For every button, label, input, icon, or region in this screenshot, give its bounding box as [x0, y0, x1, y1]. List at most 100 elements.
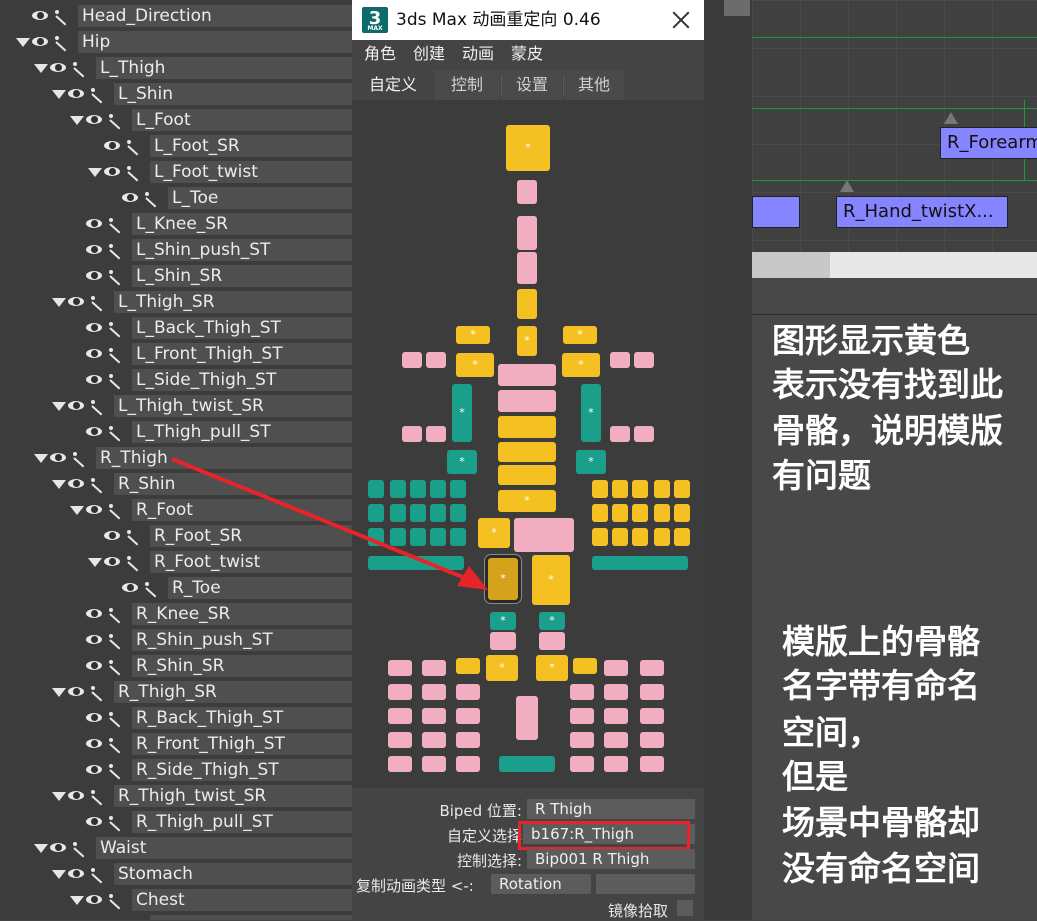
bone-slot-l-toe[interactable] — [456, 732, 480, 748]
bone-icon[interactable] — [106, 268, 124, 284]
tree-row[interactable]: L_Toe — [0, 185, 352, 211]
bone-slot-r-finger[interactable] — [612, 480, 628, 498]
tree-row[interactable]: L_Back_Thigh_ST — [0, 315, 352, 341]
bone-icon[interactable] — [106, 762, 124, 778]
bone-icon[interactable] — [106, 736, 124, 752]
bone-slot-l-finger-stub[interactable] — [402, 426, 422, 442]
bone-slot-r-forearm[interactable]: * — [581, 384, 601, 442]
close-icon[interactable] — [670, 9, 692, 31]
bone-slot-neck[interactable] — [517, 216, 537, 250]
bone-slot-neck-base[interactable] — [517, 289, 537, 319]
visibility-eye-icon[interactable] — [50, 842, 68, 854]
bone-icon[interactable] — [106, 606, 124, 622]
bone-slot-l-toe[interactable] — [422, 732, 446, 748]
tree-row[interactable]: R_Thigh_SR — [0, 679, 352, 705]
expand-arrow-icon[interactable] — [70, 115, 84, 125]
visibility-eye-icon[interactable] — [86, 322, 104, 334]
tab-control[interactable]: 控制 — [434, 70, 500, 100]
tree-row[interactable]: Hip — [0, 29, 352, 55]
visibility-eye-icon[interactable] — [104, 530, 122, 542]
bone-slot-r-knee[interactable] — [539, 632, 565, 650]
bone-slot-r-finger[interactable] — [654, 480, 670, 498]
visibility-eye-icon[interactable] — [86, 712, 104, 724]
bone-icon[interactable] — [106, 346, 124, 362]
bone-slot-l-finger[interactable] — [450, 528, 466, 546]
bone-icon[interactable] — [88, 788, 106, 804]
visibility-eye-icon[interactable] — [32, 36, 50, 48]
bone-slot-r-toe[interactable] — [604, 756, 628, 772]
visibility-eye-icon[interactable] — [86, 764, 104, 776]
bone-slot-l-finger[interactable] — [410, 480, 426, 498]
tree-row[interactable]: L_Shin_push_ST — [0, 237, 352, 263]
vertical-scrollbar-thumb[interactable] — [724, 0, 750, 16]
node-r-hand-twist[interactable]: R_Hand_twistX... — [836, 196, 1008, 228]
bone-slot-r-toe[interactable] — [570, 684, 594, 700]
expand-arrow-icon[interactable] — [52, 687, 66, 697]
expand-arrow-icon[interactable] — [52, 479, 66, 489]
bone-slot-r-finger-stub[interactable] — [634, 426, 654, 442]
bone-icon[interactable] — [106, 710, 124, 726]
bone-icon[interactable] — [88, 294, 106, 310]
expand-arrow-icon[interactable] — [52, 401, 66, 411]
bone-slot-l-toe[interactable] — [422, 660, 446, 676]
bone-slot-l-toe[interactable] — [456, 708, 480, 724]
bone-icon[interactable] — [70, 60, 88, 76]
bone-slot-pelvis[interactable] — [514, 518, 574, 552]
bone-slot-neck[interactable] — [517, 252, 537, 284]
tree-row[interactable]: L_Shin_SR — [0, 263, 352, 289]
tree-row[interactable]: R_Foot — [0, 497, 352, 523]
bone-slot-r-finger-stub[interactable] — [610, 352, 630, 368]
title-bar[interactable]: 3 MAX 3ds Max 动画重定向 0.46 — [352, 0, 704, 40]
bone-slot-spine-lower[interactable]: * — [498, 490, 556, 512]
bone-slot-l-finger[interactable] — [450, 504, 466, 522]
visibility-eye-icon[interactable] — [86, 426, 104, 438]
bone-slot-l-toe[interactable] — [388, 756, 412, 772]
visibility-eye-icon[interactable] — [68, 868, 86, 880]
visibility-eye-icon[interactable] — [86, 244, 104, 256]
bone-slot-l-toe[interactable] — [422, 708, 446, 724]
bone-slot-l-palm[interactable] — [368, 556, 464, 570]
expand-arrow-icon[interactable] — [88, 167, 102, 177]
visibility-eye-icon[interactable] — [32, 10, 50, 22]
bone-slot-r-finger[interactable] — [612, 504, 628, 522]
bone-slot-r-shin[interactable]: * — [539, 612, 565, 630]
expand-arrow-icon[interactable] — [34, 63, 48, 73]
tree-row[interactable]: L_Side_Thigh_ST — [0, 367, 352, 393]
bone-slot-l-finger[interactable] — [430, 480, 446, 498]
bone-slot-r-toe[interactable] — [570, 732, 594, 748]
control-select-field[interactable]: Bip001 R Thigh — [527, 849, 695, 869]
tree-row[interactable]: L_Foot_twist — [0, 159, 352, 185]
bone-slot-l-toe[interactable] — [388, 708, 412, 724]
bone-icon[interactable] — [124, 528, 142, 544]
bone-icon[interactable] — [106, 112, 124, 128]
expand-arrow-icon[interactable] — [16, 37, 30, 47]
bone-slot-r-toe[interactable] — [640, 732, 664, 748]
menu-create[interactable]: 创建 — [413, 40, 445, 68]
bone-slot-r-finger[interactable] — [674, 504, 690, 522]
expand-arrow-icon[interactable] — [70, 895, 84, 905]
visibility-eye-icon[interactable] — [68, 88, 86, 100]
bone-slot-r-foot[interactable]: * — [536, 655, 568, 681]
bone-slot-r-toe[interactable] — [604, 708, 628, 724]
visibility-eye-icon[interactable] — [86, 348, 104, 360]
bone-slot-l-finger-stub[interactable] — [426, 426, 446, 442]
tree-row[interactable]: R_Toe — [0, 575, 352, 601]
visibility-eye-icon[interactable] — [86, 218, 104, 230]
tree-row[interactable]: Head_Direction — [0, 3, 352, 29]
bone-slot-spine[interactable] — [498, 390, 556, 412]
visibility-eye-icon[interactable] — [86, 608, 104, 620]
visibility-eye-icon[interactable] — [68, 400, 86, 412]
expand-arrow-icon[interactable] — [52, 89, 66, 99]
visibility-eye-icon[interactable] — [86, 816, 104, 828]
bone-icon[interactable] — [106, 424, 124, 440]
bone-slot-l-toe[interactable] — [388, 732, 412, 748]
node-partial[interactable] — [752, 196, 800, 228]
bone-slot-r-toe[interactable] — [604, 732, 628, 748]
bone-slot-r-upperarm[interactable]: * — [562, 353, 600, 377]
node-r-forearm[interactable]: R_Forearm — [940, 127, 1037, 159]
bone-slot-r-toe[interactable] — [570, 708, 594, 724]
visibility-eye-icon[interactable] — [86, 374, 104, 386]
expand-arrow-icon[interactable] — [70, 505, 84, 515]
visibility-eye-icon[interactable] — [50, 62, 68, 74]
expand-arrow-icon[interactable] — [52, 869, 66, 879]
